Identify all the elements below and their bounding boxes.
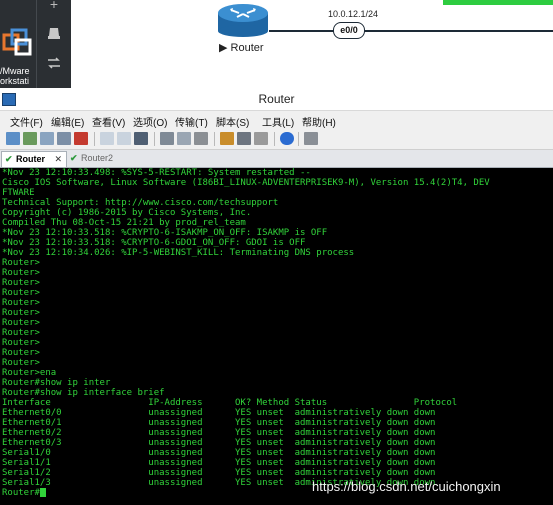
terminal-line: Router>ena [2,368,57,378]
terminal-line: *Nov 23 12:10:33.498: %SYS-5-RESTART: Sy… [2,168,311,178]
terminal-line: Router> [2,328,40,338]
terminal-line: Router> [2,278,40,288]
connected-check-icon: ✔ [70,153,78,163]
terminal-line: Router> [2,308,40,318]
terminal-line: Serial1/2 unassigned YES unset administr… [2,468,436,478]
terminal-line: Router> [2,298,40,308]
device-dock: /Mware orkstati [0,0,36,88]
menu-tools[interactable]: 工具(L) [262,114,294,129]
help-icon[interactable] [280,132,294,145]
tab-label: Router [16,154,45,164]
terminal-line: FTWARE [2,188,35,198]
network-link[interactable] [269,30,553,32]
keymap-icon[interactable] [254,132,268,145]
terminal-line: Ethernet0/2 unassigned YES unset adminis… [2,428,436,438]
swap-arrows-icon[interactable] [46,56,62,72]
tools-dock: + [36,0,71,88]
terminal-line: Router#show ip interface brief [2,388,165,398]
toolbar [0,129,553,150]
tab-label: Router2 [81,153,114,163]
find-icon[interactable] [134,132,148,145]
session-tab-bar: ✔ Router ✕ ✔ Router2 [0,150,553,168]
terminal-line: Technical Support: http://www.cisco.com/… [2,198,279,208]
terminal-line: Interface IP-Address OK? Method Status P… [2,398,458,408]
tab-router[interactable]: ✔ Router ✕ [1,151,67,167]
terminal-line: Router> [2,268,40,278]
terminal-line: Router#show ip inter [2,378,111,388]
ip-address-label: 10.0.12.1/24 [328,9,379,19]
close-icon[interactable]: ✕ [54,152,62,167]
toolbar-separator [214,132,215,146]
toolbar-separator [94,132,95,146]
menu-view[interactable]: 查看(V) [92,114,125,129]
screen-icon[interactable] [304,132,318,145]
terminal-line: *Nov 23 12:10:33.518: %CRYPTO-6-ISAKMP_O… [2,228,328,238]
terminal-line: *Nov 23 12:10:33.518: %CRYPTO-6-GDOI_ON_… [2,238,306,248]
connect-tab-icon[interactable] [40,132,54,145]
menu-transfer[interactable]: 传输(T) [175,114,208,129]
router-icon[interactable] [217,3,269,37]
terminal-screen[interactable]: *Nov 23 12:10:33.498: %SYS-5-RESTART: Sy… [0,168,553,505]
terminal-line: Router> [2,258,40,268]
terminal-line: Cisco IOS Software, Linux Software (I86B… [2,178,490,188]
tab-router2[interactable]: ✔ Router2 [67,151,119,166]
terminal-line: Router> [2,318,40,328]
terminal-line: Compiled Thu 08-Oct-15 21:21 by prod_rel… [2,218,246,228]
terminal-line: Ethernet0/1 unassigned YES unset adminis… [2,418,436,428]
router-node-name: Router [230,42,264,54]
terminal-line: Serial1/0 unassigned YES unset administr… [2,448,436,458]
terminal-line: Router> [2,288,40,298]
copy-icon[interactable] [100,132,114,145]
terminal-line: Ethernet0/0 unassigned YES unset adminis… [2,408,436,418]
vmware-icon[interactable] [2,28,32,58]
watermark-text: https://blog.csdn.net/cuichongxin [312,479,501,494]
print-icon[interactable] [160,132,174,145]
window-title: Router [258,92,295,106]
paste-icon[interactable] [117,132,131,145]
menu-options[interactable]: 选项(O) [133,114,167,129]
terminal-line: Router> [2,358,40,368]
vmware-caption: /Mware orkstati [0,66,30,86]
print-screen-icon[interactable] [177,132,191,145]
storage-icon[interactable] [46,26,62,42]
topology-canvas[interactable]: /Mware orkstati + ▶ Router 10.0.12.1/24 … [0,0,553,88]
add-icon[interactable]: + [46,0,62,12]
menu-file[interactable]: 文件(F) [10,114,43,129]
menu-script[interactable]: 脚本(S) [216,114,249,129]
global-options-icon[interactable] [237,132,251,145]
toolbar-separator [154,132,155,146]
menu-help[interactable]: 帮助(H) [302,114,336,129]
terminal-line: Ethernet0/3 unassigned YES unset adminis… [2,438,436,448]
interface-label[interactable]: e0/0 [333,22,365,39]
window-titlebar[interactable]: Router [0,88,553,111]
connected-check-icon: ✔ [5,154,13,164]
terminal-line: Copyright (c) 1986-2015 by Cisco Systems… [2,208,252,218]
log-icon[interactable] [194,132,208,145]
terminal-output: *Nov 23 12:10:33.498: %SYS-5-RESTART: Sy… [0,168,553,498]
terminal-line: Router> [2,348,40,358]
terminal-line: *Nov 23 12:10:34.026: %IP-5-WEBINST_KILL… [2,248,355,258]
terminal-line: Router> [2,338,40,348]
menu-bar: 文件(F) 编辑(E) 查看(V) 选项(O) 传输(T) 脚本(S) 工具(L… [0,111,553,129]
toolbar-separator [274,132,275,146]
menu-edit[interactable]: 编辑(E) [51,114,84,129]
disconnect-icon[interactable] [74,132,88,145]
terminal-line: Serial1/1 unassigned YES unset administr… [2,458,436,468]
connect-icon[interactable] [6,132,20,145]
text-cursor [39,488,46,497]
toolbar-separator [298,132,299,146]
reconnect-icon[interactable] [57,132,71,145]
terminal-prompt: Router# [2,488,40,498]
session-options-icon[interactable] [220,132,234,145]
quick-connect-icon[interactable] [23,132,37,145]
status-strip [443,0,553,5]
router-node-label[interactable]: ▶ Router [219,41,264,54]
